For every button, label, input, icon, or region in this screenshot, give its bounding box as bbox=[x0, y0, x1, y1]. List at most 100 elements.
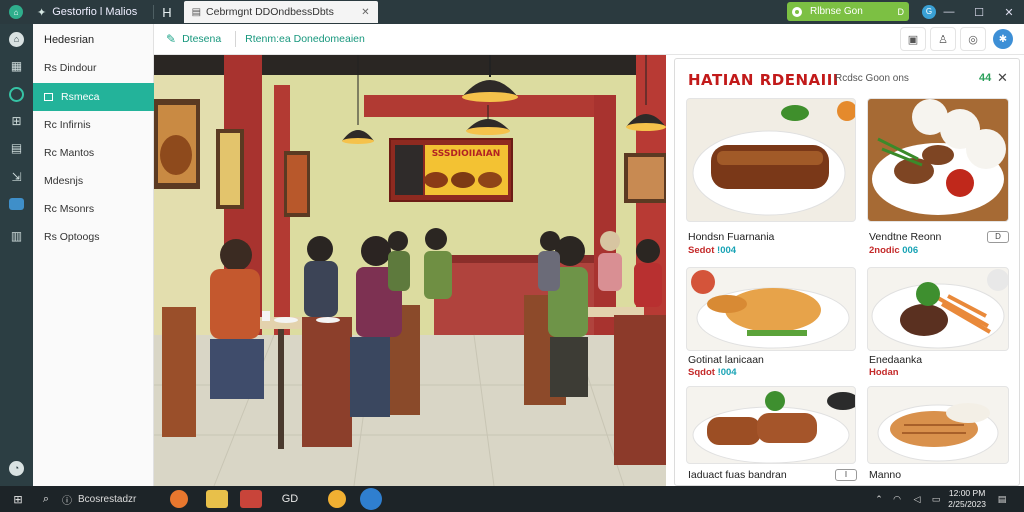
square-icon[interactable] bbox=[9, 198, 24, 210]
tab-label: Cebrmgnt DDOndbessDbts bbox=[206, 6, 334, 18]
panel-close-button[interactable]: ✕ bbox=[997, 70, 1008, 86]
nav-item[interactable]: Rc Infirnis bbox=[33, 111, 154, 139]
browser-tab[interactable]: ▤ Cebrmgnt DDOndbessDbts ✕ bbox=[183, 1, 378, 23]
nav-header: Hedesrian bbox=[44, 34, 95, 46]
nav-item-active[interactable]: Rsmeca bbox=[33, 83, 154, 111]
taskbar-app-label[interactable]: GD bbox=[278, 490, 302, 508]
store-icon[interactable] bbox=[240, 490, 262, 508]
window-controls: — ☐ ✕ bbox=[934, 0, 1024, 24]
dish-name: Gotinat lanicaan bbox=[688, 354, 764, 366]
app-logo: ⌂ bbox=[9, 5, 23, 19]
windows-start-icon[interactable]: ⊞ bbox=[10, 490, 26, 508]
nav-item[interactable]: Mdesnjs bbox=[33, 167, 154, 195]
h-icon[interactable]: H bbox=[162, 5, 171, 20]
document-icon[interactable]: ▤ bbox=[9, 141, 24, 156]
image-icon[interactable]: ▣ bbox=[900, 27, 926, 51]
dish-name: Vendtne Reonn bbox=[869, 231, 942, 243]
dish-name: Hondsn Fuarnania bbox=[688, 231, 775, 243]
nav-panel: Hedesrian Rs Dindour Rsmeca Rc Infirnis … bbox=[33, 24, 154, 486]
volume-icon[interactable]: ◁ bbox=[910, 490, 924, 508]
info-icon: ⓘ bbox=[62, 495, 72, 507]
dish-illustration bbox=[877, 403, 999, 462]
taskbar-clock[interactable]: 12:00 PM 2/25/2023 bbox=[948, 488, 986, 510]
dish-image[interactable] bbox=[686, 98, 856, 222]
dish-image[interactable] bbox=[867, 267, 1009, 351]
dish-name: Enedaanka bbox=[869, 354, 923, 366]
close-button[interactable]: ✕ bbox=[994, 0, 1024, 24]
dish-illustration bbox=[871, 269, 1008, 349]
chrome-icon[interactable] bbox=[328, 490, 346, 508]
breadcrumb[interactable]: Rtenm:ea Donedomeaien bbox=[245, 33, 365, 45]
toolbar-actions: ▣ ♙ ◎ ✱ bbox=[900, 27, 1016, 51]
taskbar: ⊞ ⌕ ⓘ Bcosrestadzr GD ⌃ ◠ ◁ ▭ 12:00 PM 2… bbox=[0, 486, 1024, 512]
settings-icon[interactable]: ◔ bbox=[9, 461, 24, 476]
dish-price: Hodan bbox=[869, 367, 899, 378]
menu-panel: HATIAN RDENAIII Rcdsc Goon ons 44 ✕ Hond… bbox=[674, 58, 1020, 486]
status-dot-icon bbox=[792, 6, 802, 17]
add-to-order-button[interactable]: I bbox=[835, 469, 857, 481]
panel-title: HATIAN RDENAIII bbox=[688, 71, 839, 89]
network-icon[interactable]: ◠ bbox=[890, 490, 904, 508]
add-to-order-button[interactable]: D bbox=[987, 231, 1009, 243]
grid-icon[interactable]: ▦ bbox=[9, 59, 24, 74]
star-icon: ✦ bbox=[37, 6, 47, 19]
status-label: Rlbnse Gon bbox=[810, 6, 863, 17]
restaurant-illustration: SSSDIOIIAIAN bbox=[154, 55, 666, 486]
home-icon[interactable]: ⌂ bbox=[9, 32, 24, 47]
battery-icon[interactable]: ▭ bbox=[929, 490, 943, 508]
icon-rail: ⌂ ▦ ⊞ ▤ ⇲ ▥ ◔ bbox=[0, 24, 33, 486]
title-bar: ⌂ ✦ Gestorfio l Malios H ▤ Cebrmgnt DDOn… bbox=[0, 0, 1024, 24]
taskbar-search-label: Bcosrestadzr bbox=[78, 493, 137, 505]
divider bbox=[235, 31, 237, 47]
app-title: Gestorfio l Malios bbox=[52, 6, 138, 18]
arrow-icon[interactable]: ⇲ bbox=[9, 170, 24, 185]
apps-icon[interactable]: ⊞ bbox=[9, 114, 24, 129]
nav-item-label: Rsmeca bbox=[61, 91, 100, 103]
taskbar-search-box[interactable]: ⓘ Bcosrestadzr bbox=[62, 490, 172, 508]
tab-favicon-icon: ▤ bbox=[191, 6, 202, 18]
dish-illustration bbox=[692, 391, 855, 463]
dish-name: Iaduact fuas bandran bbox=[688, 469, 787, 481]
dish-illustration bbox=[692, 101, 855, 216]
menu-board-title: SSSDIOIIAIAN bbox=[432, 149, 501, 159]
dish-illustration bbox=[691, 270, 850, 349]
folder-icon[interactable] bbox=[206, 490, 228, 508]
notification-icon[interactable]: ▤ bbox=[994, 490, 1010, 508]
nav-item[interactable]: Rc Mantos bbox=[33, 139, 154, 167]
edge-icon[interactable] bbox=[360, 488, 382, 510]
dish-image[interactable] bbox=[867, 98, 1009, 222]
chart-icon[interactable]: ◎ bbox=[960, 27, 986, 51]
search-icon[interactable]: ⌕ bbox=[38, 490, 54, 508]
dish-name: Manno bbox=[869, 469, 902, 481]
browser-icon[interactable] bbox=[170, 490, 188, 508]
toolbar: ✎ Dtesena Rtenm:ea Donedomeaien ▣ ♙ ◎ ✱ bbox=[154, 24, 1024, 55]
minimize-button[interactable]: — bbox=[934, 0, 964, 24]
nav-item[interactable]: Rc Msonrs bbox=[33, 195, 154, 223]
dish-image[interactable] bbox=[686, 386, 856, 464]
status-flag: D bbox=[897, 6, 905, 17]
status-pill[interactable]: Rlbnse Gon D bbox=[787, 2, 909, 21]
chevron-up-icon[interactable]: ⌃ bbox=[872, 490, 886, 508]
dish-image[interactable] bbox=[867, 386, 1009, 464]
table-icon[interactable]: ▥ bbox=[9, 229, 24, 244]
globe-icon[interactable] bbox=[9, 87, 24, 102]
square-icon bbox=[44, 93, 53, 101]
pencil-icon[interactable]: ✎ bbox=[166, 32, 176, 46]
nav-item[interactable]: Rs Dindour bbox=[33, 54, 154, 82]
toolbar-primary-link[interactable]: Dtesena bbox=[182, 33, 221, 45]
person-icon[interactable]: ♙ bbox=[930, 27, 956, 51]
divider bbox=[153, 5, 155, 19]
dish-illustration bbox=[872, 99, 1006, 215]
maximize-button[interactable]: ☐ bbox=[964, 0, 994, 24]
nav-item[interactable]: Rs Optoogs bbox=[33, 223, 154, 251]
restaurant-scene-image: SSSDIOIIAIAN bbox=[154, 55, 666, 486]
panel-subtitle: Rcdsc Goon ons bbox=[835, 73, 909, 84]
clock-time: 12:00 PM bbox=[948, 488, 986, 498]
dish-price: Sqdot !004 bbox=[688, 367, 737, 378]
tab-close-icon[interactable]: ✕ bbox=[361, 7, 369, 18]
dish-price: 2nodic 006 bbox=[869, 245, 919, 256]
dish-image[interactable] bbox=[686, 267, 856, 351]
globe-icon[interactable]: ✱ bbox=[990, 27, 1016, 51]
clock-date: 2/25/2023 bbox=[948, 499, 986, 509]
dish-price: Sedot !004 bbox=[688, 245, 737, 256]
